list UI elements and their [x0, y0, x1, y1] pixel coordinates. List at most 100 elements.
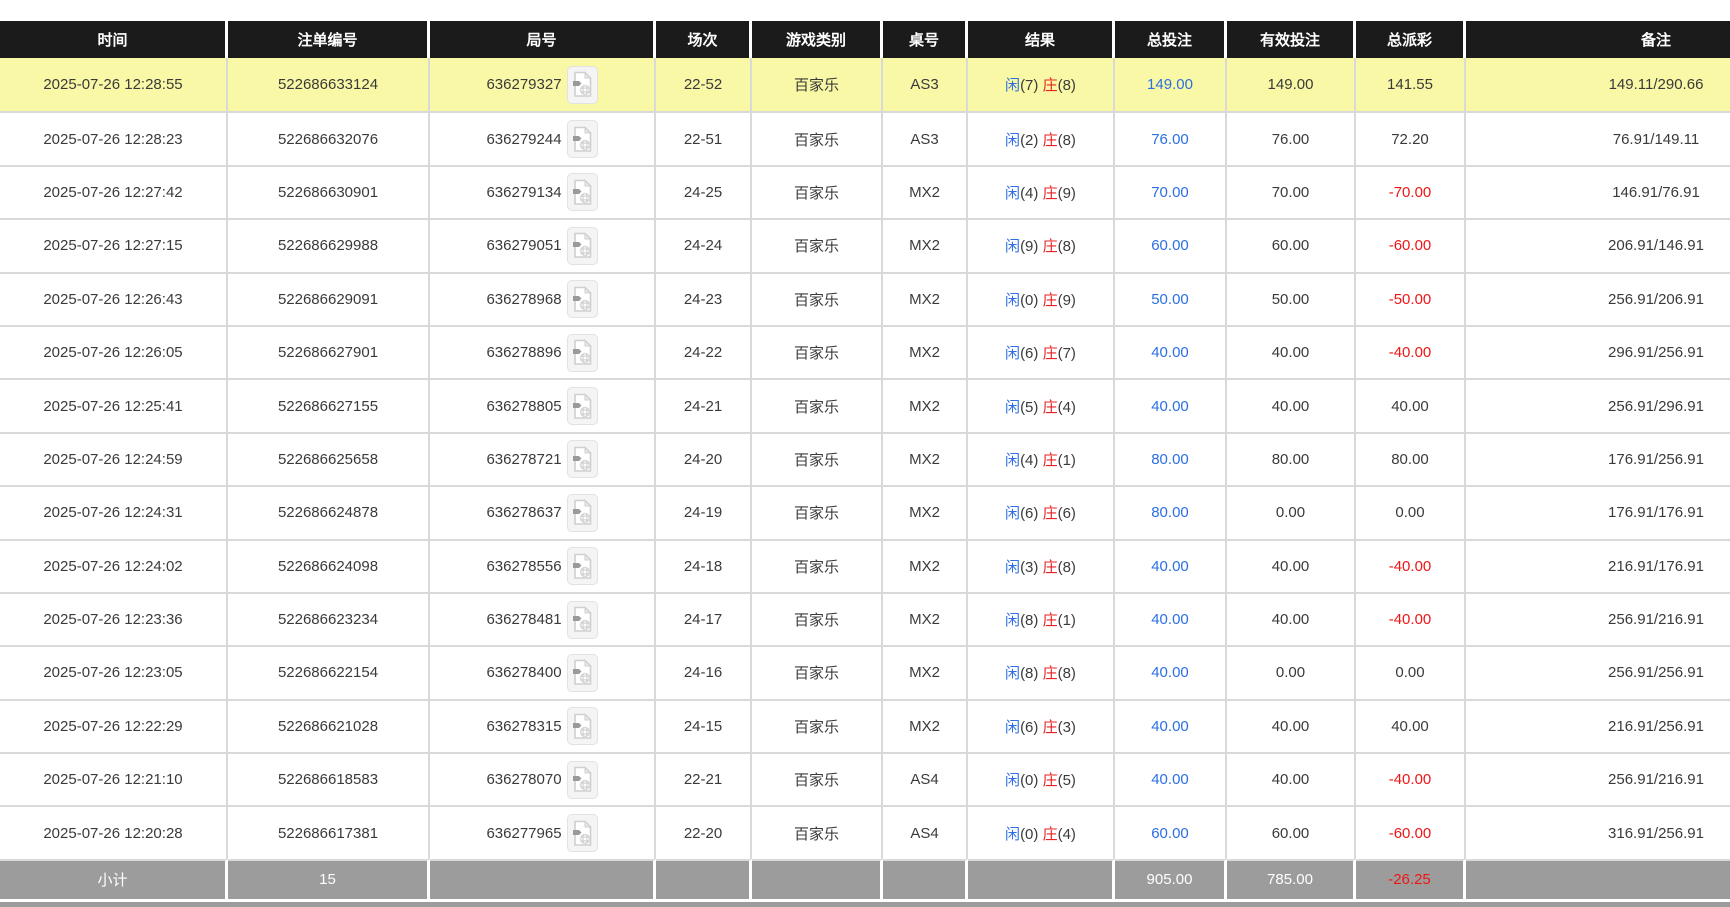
video-replay-icon[interactable]	[566, 173, 598, 212]
cell-session: 24-22	[656, 324, 752, 379]
cell-bet-no: 522686629988	[228, 218, 430, 272]
player-result-score: (0)	[1020, 291, 1039, 309]
subtotal-empty-cell	[656, 858, 752, 899]
cell-game: 百家乐	[752, 378, 883, 432]
table-row[interactable]: 2025-07-26 12:21:10 522686618583 6362780…	[0, 752, 1730, 806]
player-result-label: 闲	[1005, 238, 1021, 256]
cell-bet-no: 522686633124	[228, 58, 430, 112]
table-row[interactable]: 2025-07-26 12:28:23 522686632076 6362792…	[0, 111, 1730, 165]
table-row[interactable]: 2025-07-26 12:23:36 522686623234 6362784…	[0, 591, 1730, 646]
cell-payout: 141.55	[1356, 58, 1466, 112]
cell-table-no: MX2	[883, 271, 968, 325]
video-replay-icon[interactable]	[566, 814, 598, 853]
banker-result-label: 庄	[1042, 612, 1058, 630]
table-row[interactable]: 2025-07-26 12:26:05 522686627901 6362788…	[0, 324, 1730, 379]
cell-total-bet: 60.00	[1115, 805, 1227, 859]
cell-session: 22-20	[656, 805, 752, 859]
cell-round-no: 636278481	[430, 591, 656, 646]
table-row[interactable]: 2025-07-26 12:25:41 522686627155 6362788…	[0, 378, 1730, 432]
cell-result: 闲(6) 庄(3)	[968, 698, 1115, 753]
banker-result-label: 庄	[1042, 291, 1058, 309]
cell-time: 2025-07-26 12:27:15	[0, 218, 228, 272]
cell-result: 闲(3) 庄(8)	[968, 538, 1115, 592]
cell-payout: 40.00	[1356, 378, 1466, 432]
table-body: 2025-07-26 12:28:55 522686633124 6362793…	[0, 58, 1730, 859]
cell-table-no: AS3	[883, 58, 968, 112]
round-no-text: 636279327	[486, 76, 562, 94]
cell-session: 24-24	[656, 218, 752, 272]
table-row[interactable]: 2025-07-26 12:27:15 522686629988 6362790…	[0, 218, 1730, 272]
cell-remark: 216.91/256.91	[1466, 698, 1730, 753]
player-result-label: 闲	[1005, 718, 1021, 736]
video-replay-icon[interactable]	[566, 440, 598, 479]
table-row[interactable]: 2025-07-26 12:23:05 522686622154 6362784…	[0, 645, 1730, 699]
header-result: 结果	[968, 21, 1115, 58]
table-row[interactable]: 2025-07-26 12:24:31 522686624878 6362786…	[0, 485, 1730, 539]
round-no-text: 636278968	[486, 290, 562, 308]
video-replay-icon[interactable]	[566, 333, 598, 372]
video-replay-icon[interactable]	[566, 760, 598, 799]
player-result-label: 闲	[1005, 184, 1021, 202]
video-replay-icon[interactable]	[566, 65, 598, 104]
subtotal-empty-cell	[1466, 858, 1730, 899]
cell-game: 百家乐	[752, 58, 883, 112]
table-row[interactable]: 2025-07-26 12:26:43 522686629091 6362789…	[0, 271, 1730, 325]
subtotal-empty-cell	[752, 858, 883, 899]
cell-game: 百家乐	[752, 698, 883, 753]
table-row[interactable]: 2025-07-26 12:22:29 522686621028 6362783…	[0, 698, 1730, 753]
table-row[interactable]: 2025-07-26 12:27:42 522686630901 6362791…	[0, 164, 1730, 219]
player-result-score: (2)	[1020, 131, 1039, 149]
cell-bet-no: 522686627155	[228, 378, 430, 432]
cell-session: 24-17	[656, 591, 752, 646]
header-payout: 总派彩	[1356, 21, 1466, 58]
cell-game: 百家乐	[752, 538, 883, 592]
banker-result-score: (8)	[1057, 238, 1076, 256]
video-replay-icon[interactable]	[566, 387, 598, 426]
video-replay-icon[interactable]	[566, 226, 598, 265]
video-replay-icon[interactable]	[566, 120, 598, 159]
cell-payout: 72.20	[1356, 111, 1466, 165]
round-no-text: 636278070	[486, 771, 562, 789]
cell-valid-bet: 60.00	[1227, 805, 1356, 859]
cell-time: 2025-07-26 12:25:41	[0, 378, 228, 432]
cell-table-no: AS4	[883, 752, 968, 806]
video-replay-icon[interactable]	[566, 280, 598, 319]
table-row[interactable]: 2025-07-26 12:28:55 522686633124 6362793…	[0, 58, 1730, 112]
banker-result-score: (8)	[1057, 665, 1076, 683]
cell-round-no: 636278637	[430, 485, 656, 539]
cell-total-bet: 70.00	[1115, 164, 1227, 219]
banker-result-label: 庄	[1042, 451, 1058, 469]
round-no-text: 636278896	[486, 344, 562, 362]
cell-remark: 316.91/256.91	[1466, 805, 1730, 859]
header-bet-no: 注单编号	[228, 21, 430, 58]
cell-session: 24-20	[656, 431, 752, 486]
table-row[interactable]: 2025-07-26 12:24:02 522686624098 6362785…	[0, 538, 1730, 592]
video-replay-icon[interactable]	[566, 653, 598, 692]
table-row[interactable]: 2025-07-26 12:20:28 522686617381 6362779…	[0, 805, 1730, 859]
cell-bet-no: 522686630901	[228, 164, 430, 219]
player-result-score: (0)	[1020, 825, 1039, 843]
round-no-text: 636278315	[486, 717, 562, 735]
banker-result-score: (7)	[1057, 345, 1076, 363]
cell-time: 2025-07-26 12:28:23	[0, 111, 228, 165]
video-replay-icon[interactable]	[566, 600, 598, 639]
cell-result: 闲(6) 庄(7)	[968, 324, 1115, 379]
banker-result-label: 庄	[1042, 772, 1058, 790]
player-result-label: 闲	[1005, 398, 1021, 416]
player-result-score: (8)	[1020, 612, 1039, 630]
video-replay-icon[interactable]	[566, 493, 598, 532]
player-result-label: 闲	[1005, 825, 1021, 843]
cell-round-no: 636279134	[430, 164, 656, 219]
cell-payout: -60.00	[1356, 805, 1466, 859]
video-replay-icon[interactable]	[566, 707, 598, 746]
cell-valid-bet: 50.00	[1227, 271, 1356, 325]
video-replay-icon[interactable]	[566, 547, 598, 586]
table-row[interactable]: 2025-07-26 12:24:59 522686625658 6362787…	[0, 431, 1730, 486]
cell-payout: -40.00	[1356, 538, 1466, 592]
cell-total-bet: 40.00	[1115, 324, 1227, 379]
player-result-score: (5)	[1020, 398, 1039, 416]
cell-bet-no: 522686621028	[228, 698, 430, 753]
cell-total-bet: 40.00	[1115, 378, 1227, 432]
cell-round-no: 636278315	[430, 698, 656, 753]
cell-game: 百家乐	[752, 324, 883, 379]
